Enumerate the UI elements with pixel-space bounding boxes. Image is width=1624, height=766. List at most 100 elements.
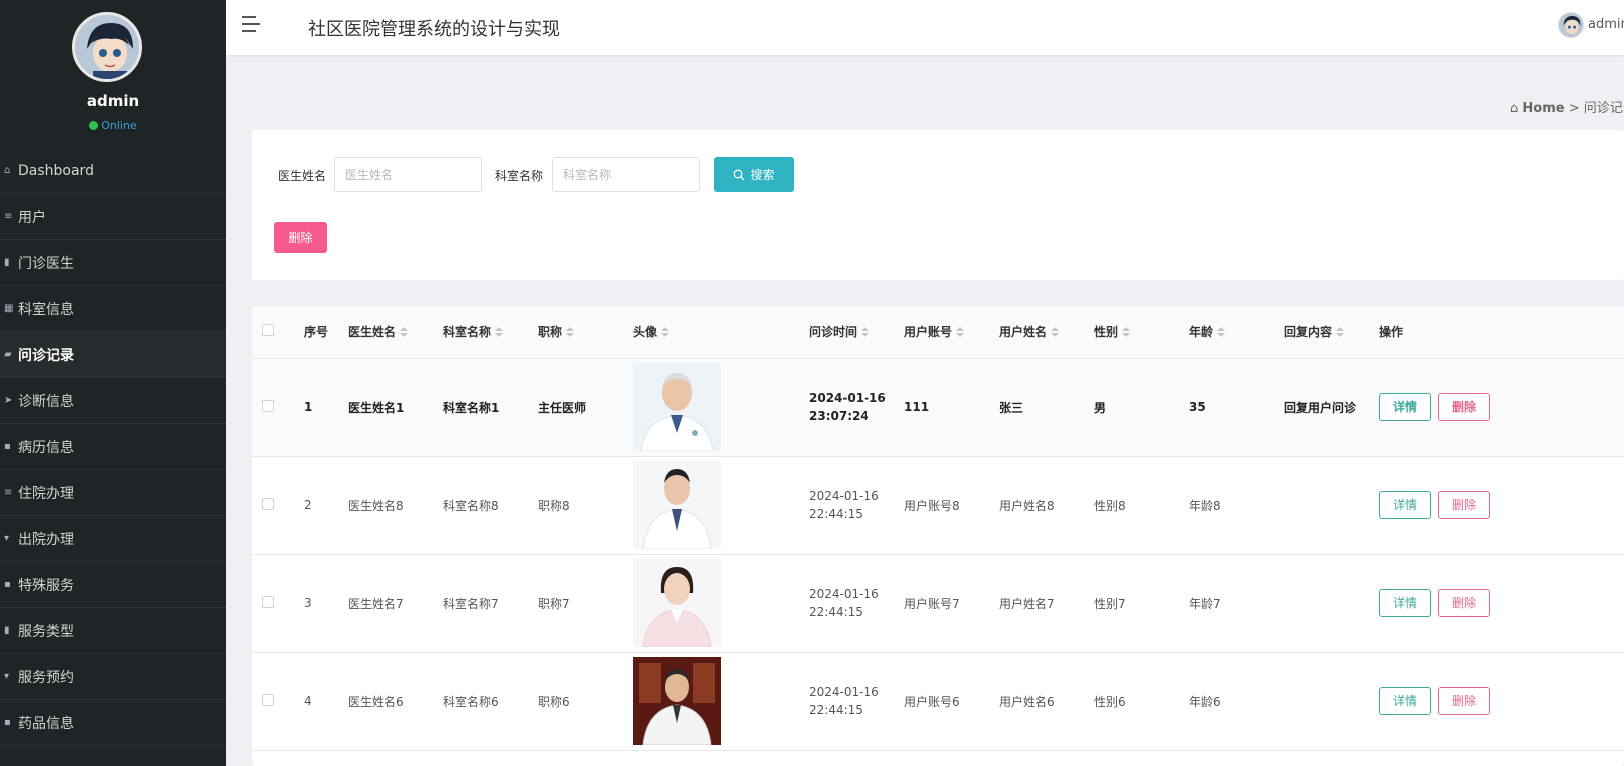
cell-reply	[1284, 554, 1379, 653]
home-icon: ⌂	[1510, 101, 1519, 116]
doctor-photo[interactable]	[633, 363, 721, 451]
sidebar-item-discharge[interactable]: ▾ 出院办理	[0, 516, 226, 562]
sidebar-item-diagnosis[interactable]: ➤ 诊断信息	[0, 378, 226, 424]
col-header-label: 回复内容	[1284, 325, 1333, 340]
col-header-username[interactable]: 用户姓名	[999, 306, 1094, 359]
breadcrumb-current: 问诊记录	[1583, 101, 1624, 116]
col-header-department[interactable]: 科室名称	[443, 306, 538, 359]
page-title: 社区医院管理系统的设计与实现	[308, 19, 560, 40]
col-header-account[interactable]: 用户账号	[904, 306, 999, 359]
sliders-icon: ≡	[4, 211, 13, 222]
sidebar-item-dashboard[interactable]: ⌂ Dashboard	[0, 148, 226, 194]
doctor-photo[interactable]	[633, 461, 721, 549]
select-all-checkbox[interactable]	[262, 324, 274, 337]
delete-button[interactable]: 删除	[1438, 491, 1490, 519]
cell-age: 35	[1189, 358, 1284, 457]
sidebar-item-doctors[interactable]: ▮ 门诊医生	[0, 240, 226, 286]
top-header: 社区医院管理系统的设计与实现 admin	[226, 0, 1624, 55]
cell-age: 年龄6	[1189, 652, 1284, 751]
sidebar-item-users[interactable]: ≡ 用户	[0, 194, 226, 240]
col-header-gender[interactable]: 性别	[1094, 306, 1189, 359]
sidebar-item-service-type[interactable]: ▮ 服务类型	[0, 608, 226, 654]
col-header-doctor[interactable]: 医生姓名	[348, 306, 443, 359]
row-checkbox[interactable]	[262, 399, 274, 412]
row-checkbox[interactable]	[262, 497, 274, 510]
breadcrumb-home[interactable]: Home	[1522, 101, 1564, 116]
sidebar-item-special-service[interactable]: ▪ 特殊服务	[0, 562, 226, 608]
col-header-actions: 操作	[1379, 306, 1502, 359]
tag-icon: ▾	[4, 533, 10, 544]
col-header-photo[interactable]: 头像	[633, 306, 809, 359]
department-name-input[interactable]	[552, 157, 700, 192]
cell-department: 科室名称7	[443, 554, 538, 653]
cell-photo	[633, 554, 809, 653]
sidebar-item-label: 住院办理	[18, 485, 74, 502]
header-avatar[interactable]	[1558, 12, 1584, 38]
breadcrumb: ⌂ Home > 问诊记录	[1510, 97, 1624, 116]
cell-index: 2	[304, 456, 348, 555]
delete-button[interactable]: 删除	[1438, 393, 1490, 421]
cell-actions: 详情 删除	[1379, 456, 1624, 555]
bar-icon: ▮	[4, 625, 10, 636]
col-header-label: 头像	[633, 325, 658, 340]
avatar[interactable]	[72, 12, 142, 82]
cell-account: 111	[904, 358, 999, 457]
row-checkbox[interactable]	[262, 693, 274, 706]
search-button[interactable]: 搜索	[714, 157, 794, 192]
sort-icon	[1122, 327, 1131, 338]
search-icon	[734, 169, 745, 180]
cell-title: 职称7	[538, 554, 633, 653]
col-header-age[interactable]: 年龄	[1189, 306, 1284, 359]
sidebar-item-label: 服务预约	[18, 669, 74, 686]
delete-button[interactable]: 删除	[1438, 589, 1490, 617]
col-header-reply[interactable]: 回复内容	[1284, 306, 1379, 359]
sidebar-item-records[interactable]: ▪ 病历信息	[0, 424, 226, 470]
cell-username: 张三	[999, 358, 1094, 457]
cell-clock: 22:44:15	[809, 703, 863, 717]
cell-actions: 详情 删除	[1379, 652, 1624, 751]
cell-age: 年龄7	[1189, 554, 1284, 653]
cell-clock: 22:44:15	[809, 507, 863, 521]
table-row: 2 医生姓名8 科室名称8 职称8 2024-01-16 22:44:15 用户账…	[252, 456, 1624, 555]
doctor-name-label: 医生姓名	[278, 169, 327, 183]
grid-icon: ▪	[4, 717, 11, 728]
batch-delete-button[interactable]: 删除	[274, 222, 327, 253]
delete-button[interactable]: 删除	[1438, 687, 1490, 715]
sidebar-item-departments[interactable]: ▦ 科室信息	[0, 286, 226, 332]
sidebar-item-label: Dashboard	[18, 162, 94, 179]
cell-clock: 23:07:24	[809, 409, 869, 423]
sidebar-item-admission[interactable]: ≡ 住院办理	[0, 470, 226, 516]
search-button-label: 搜索	[750, 168, 775, 182]
cell-photo	[633, 358, 809, 457]
doctor-photo[interactable]	[633, 559, 721, 647]
sidebar-item-medicine[interactable]: ▪ 药品信息	[0, 700, 226, 746]
col-header-title[interactable]: 职称	[538, 306, 633, 359]
col-header-time[interactable]: 问诊时间	[809, 306, 904, 359]
cell-title: 职称6	[538, 652, 633, 751]
department-name-label: 科室名称	[495, 169, 544, 183]
menu-toggle-icon[interactable]	[242, 16, 262, 36]
detail-button[interactable]: 详情	[1379, 589, 1431, 617]
col-header-label: 年龄	[1189, 325, 1214, 340]
header-username[interactable]: admin	[1588, 17, 1624, 32]
cell-actions: 详情 删除	[1379, 554, 1624, 653]
cell-clock: 22:44:15	[809, 605, 863, 619]
status-text: Online	[101, 119, 137, 132]
sidebar-item-label: 服务类型	[18, 623, 74, 640]
doctor-photo[interactable]	[633, 657, 721, 745]
doctor-name-input[interactable]	[334, 157, 482, 192]
cell-reply: 回复用户问诊	[1284, 358, 1379, 457]
cell-index: 1	[304, 358, 348, 457]
sidebar-item-label: 药品信息	[18, 715, 74, 732]
col-header-index: 序号	[304, 306, 348, 359]
detail-button[interactable]: 详情	[1379, 393, 1431, 421]
cell-department: 科室名称8	[443, 456, 538, 555]
sort-icon	[861, 327, 870, 338]
sidebar-item-consultations[interactable]: ▰ 问诊记录	[0, 332, 226, 378]
detail-button[interactable]: 详情	[1379, 491, 1431, 519]
detail-button[interactable]: 详情	[1379, 687, 1431, 715]
cell-username: 用户姓名6	[999, 652, 1094, 751]
cell-age: 年龄8	[1189, 456, 1284, 555]
row-checkbox[interactable]	[262, 595, 274, 608]
sidebar-item-service-booking[interactable]: ▾ 服务预约	[0, 654, 226, 700]
